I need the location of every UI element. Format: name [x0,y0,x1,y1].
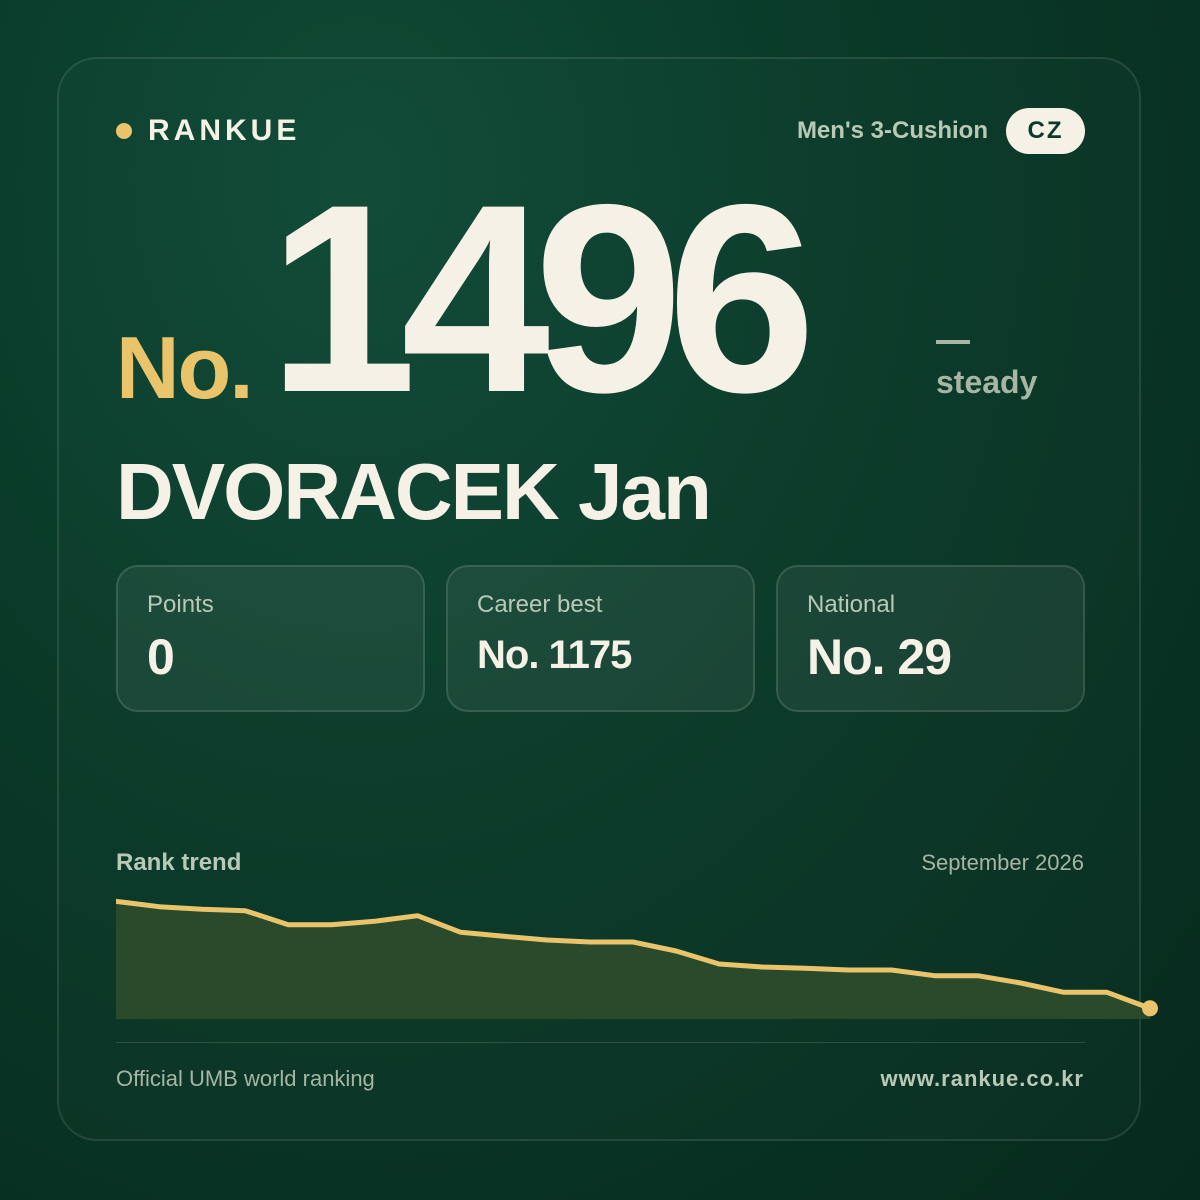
footer-website: www.rankue.co.kr [880,1066,1084,1091]
rank-number: 1496 [268,148,816,448]
trend-label: steady [936,364,1038,400]
brand-name: RANKUE [148,114,301,147]
stat-label: Career best [477,591,603,618]
stat-value: No. 1175 [477,633,632,677]
chart-title: Rank trend [116,849,242,876]
brand-dot-icon [116,123,132,139]
player-name: DVORACEK Jan [116,447,712,536]
stat-card-national: National No. 29 [776,565,1085,712]
trend-dash-icon [936,340,970,344]
chart-date: September 2026 [921,850,1084,875]
footer-source: Official UMB world ranking [116,1066,375,1091]
footer-divider [116,1042,1085,1043]
stat-value: 0 [147,629,175,685]
stat-value: No. 29 [807,629,952,685]
rank-prefix: No. [116,318,254,417]
category-label: Men's 3-Cushion [796,117,988,144]
stat-card-career-best: Career best No. 1175 [446,565,755,712]
stat-label: Points [147,591,214,618]
brand-logo: RANKUE [116,112,300,150]
stat-label: National [807,591,896,618]
country-badge: CZ [1006,108,1085,154]
rank-trend-chart [116,898,1158,1019]
chart-current-point [1142,1000,1158,1017]
stat-card-points: Points 0 [116,565,425,712]
